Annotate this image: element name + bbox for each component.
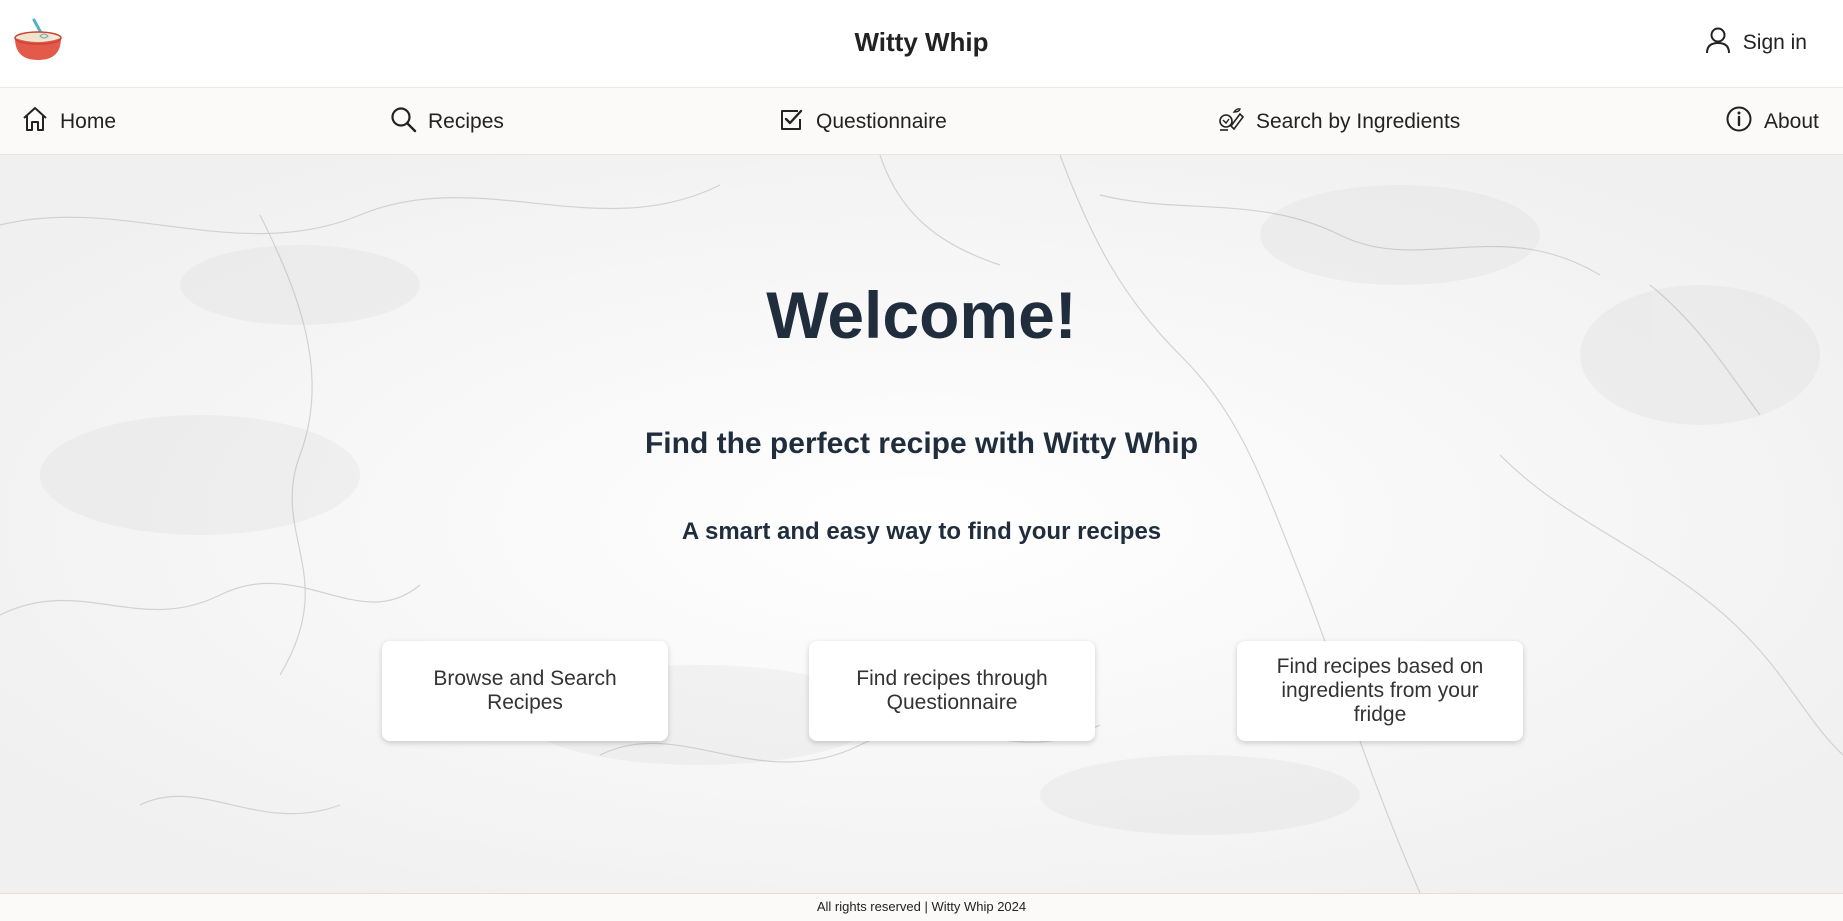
hero-subtitle: Find the perfect recipe with Witty Whip (644, 427, 1199, 460)
checkbox-icon (776, 104, 806, 140)
nav-item-label: Questionnaire (816, 109, 947, 133)
user-icon (1703, 25, 1733, 61)
app-title: Witty Whip (854, 27, 989, 57)
questionnaire-card[interactable]: Find recipes through Questionnaire (809, 641, 1095, 741)
nav-item-label: Search by Ingredients (1256, 109, 1461, 133)
welcome-heading: Welcome! (766, 278, 1077, 352)
nav-item-search-by-ingredients[interactable]: Search by Ingredients (1216, 88, 1460, 155)
nav-item-label: About (1764, 109, 1819, 133)
nav-item-questionnaire[interactable]: Questionnaire (776, 88, 947, 155)
top-header: Witty Whip Sign in (0, 0, 1843, 88)
hero-section: Welcome! Find the perfect recipe with Wi… (0, 155, 1843, 893)
footer: All rights reserved | Witty Whip 2024 (0, 893, 1843, 921)
browse-recipes-card[interactable]: Browse and Search Recipes (382, 641, 668, 741)
ingredients-icon (1216, 104, 1246, 140)
main-nav: Home Recipes Questionnaire Search by Ing… (0, 88, 1843, 155)
hero-tagline: A smart and easy way to find your recipe… (681, 518, 1162, 545)
sign-in-button[interactable]: Sign in (1703, 26, 1807, 60)
nav-item-label: Home (60, 109, 117, 133)
search-icon (388, 104, 418, 140)
info-icon (1724, 104, 1754, 140)
bowl-whisk-icon[interactable] (12, 18, 64, 62)
sign-in-label: Sign in (1742, 31, 1807, 54)
nav-item-home[interactable]: Home (20, 88, 116, 155)
nav-item-label: Recipes (428, 109, 504, 133)
home-icon (20, 104, 50, 140)
nav-item-about[interactable]: About (1724, 88, 1819, 155)
fridge-ingredients-card[interactable]: Find recipes based on ingredients from y… (1237, 641, 1523, 741)
nav-item-recipes[interactable]: Recipes (388, 88, 504, 155)
footer-text: All rights reserved | Witty Whip 2024 (816, 899, 1027, 914)
